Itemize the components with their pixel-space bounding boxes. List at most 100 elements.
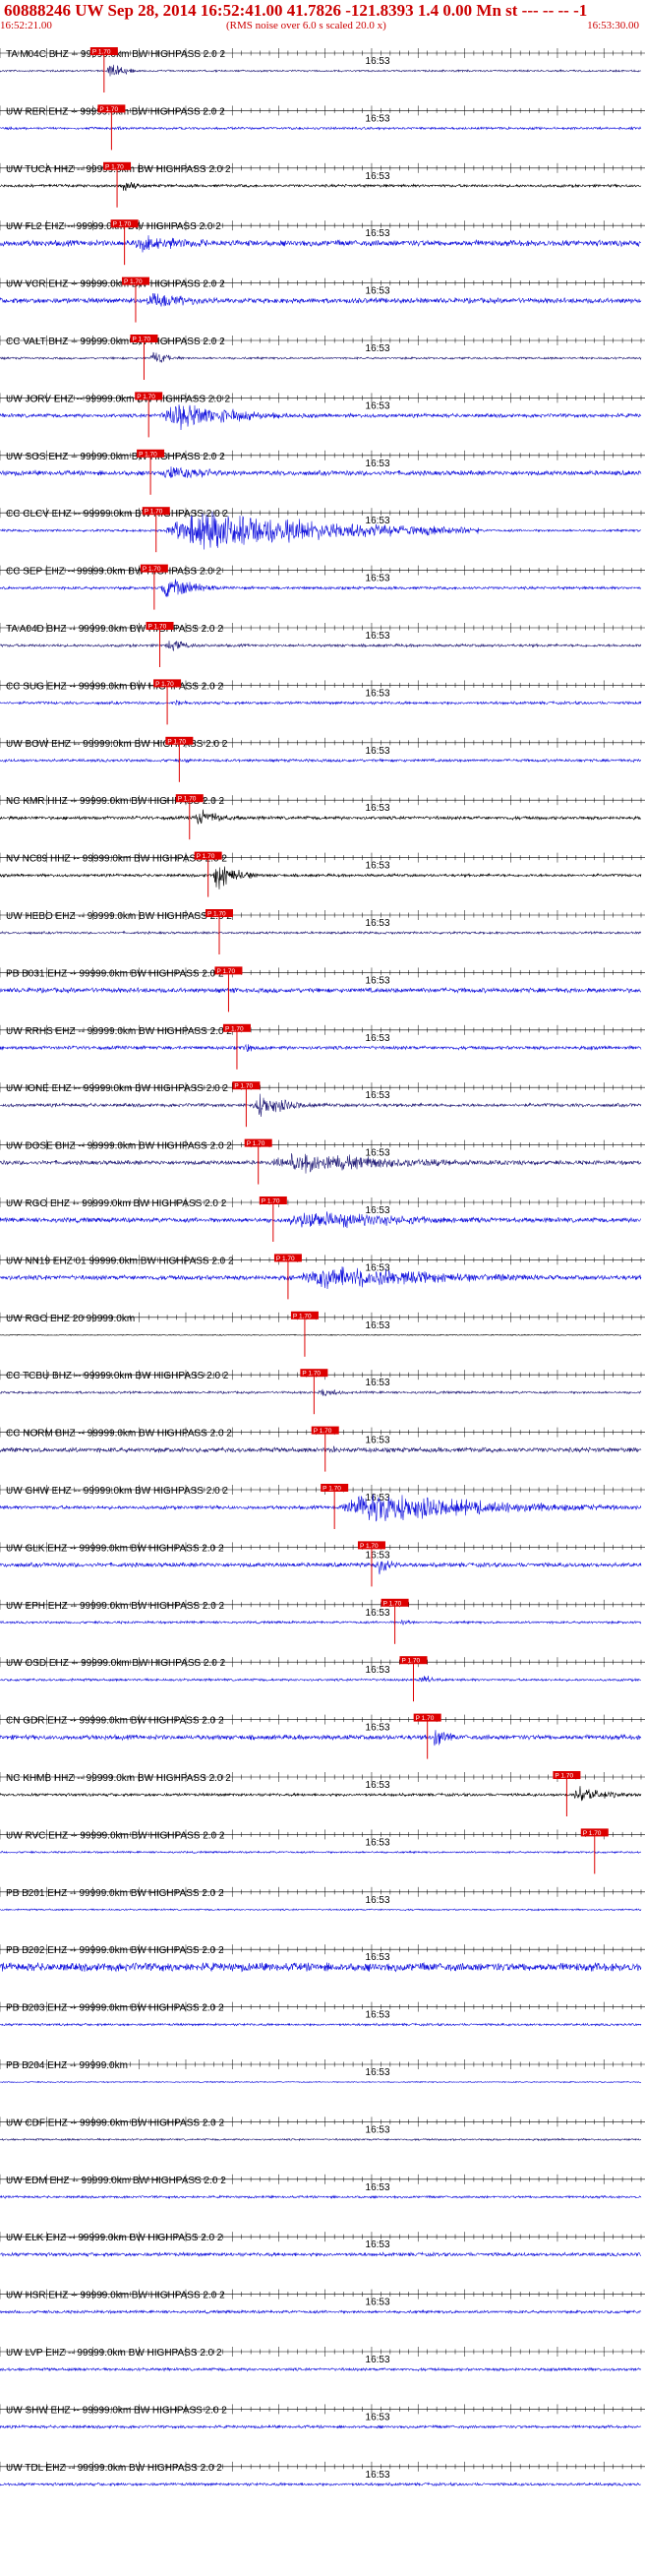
- waveform-trace: [0, 1333, 642, 1336]
- trace-row: 16:53 CC CLCV EHZ -- 99999.0km BW HIGHPAS…: [0, 507, 645, 553]
- station-label: UW NN19 EHZ 01 99999.0km BW HIGHPASS 2.0…: [6, 1256, 234, 1266]
- p-pick-label: P 1.70: [167, 738, 186, 745]
- trace-row: 16:53 NV NC89 HHZ -- 99999.0km BW HIGHPAS…: [0, 851, 645, 897]
- minute-tick-label: 16:53: [366, 228, 390, 239]
- trace-row: 16:53 UW RGO EHZ 20 99999.0km P 1.70: [0, 1311, 645, 1357]
- trace-row: 16:53 UW OSD EHZ -- 99999.0km BW HIGHPASS…: [0, 1656, 645, 1702]
- p-pick-label: P 1.70: [178, 796, 197, 803]
- station-label: UW RVC EHZ -- 99999.0km BW HIGHPASS 2.0 …: [6, 1830, 225, 1841]
- p-pick-label: P 1.70: [207, 911, 226, 918]
- trace-row: 16:53UW GHW EHZ -- 99999.0km BW HIGHPASS…: [0, 1484, 645, 1529]
- trace-row: 16:53 PB B204 EHZ -- 99999.0km: [0, 2059, 645, 2084]
- trace-row: 16:53 UW NN19 EHZ 01 99999.0km BW HIGHPAS…: [0, 1254, 645, 1300]
- station-label: UW HSR EHZ -- 99999.0km BW HIGHPASS 2.0 …: [6, 2291, 225, 2301]
- trace-row: 16:53 UW IONE EHZ -- 99999.0km BW HIGHPAS…: [0, 1081, 645, 1128]
- minute-tick-label: 16:53: [366, 1780, 390, 1791]
- p-pick-label: P 1.70: [383, 1600, 402, 1607]
- waveform-trace: [0, 758, 642, 764]
- trace-row: 16:53TA M04C BHZ -- 99999.0km BW HIGHPAS…: [0, 47, 645, 92]
- trace-row: 16:53 NC KHMB HHZ -- 99999.0km BW HIGHPAS…: [0, 1771, 645, 1816]
- station-label: UW LVP EHZ -- 99999.0km BW HIGHPASS 2.0 …: [6, 2348, 222, 2359]
- p-pick-label: P 1.70: [583, 1830, 602, 1837]
- trace-row: 16:53UW FL2 EHZ -- 99999.0km BW HIGHPASS…: [0, 219, 645, 266]
- waveform-trace: [0, 1153, 642, 1174]
- minute-tick-label: 16:53: [366, 688, 390, 699]
- trace-row: 16:53NC KMR HHZ -- 99999.0km BW HIGHPASS…: [0, 794, 645, 840]
- waveform-trace: [0, 2080, 642, 2084]
- station-label: PB B204 EHZ -- 99999.0km: [6, 2060, 128, 2071]
- waveform-trace: [0, 930, 642, 936]
- trace-row: 16:53 CC SUG EHZ -- 99999.0km BW HIGHPASS…: [0, 679, 645, 725]
- p-pick-label: P 1.70: [314, 1428, 332, 1435]
- trace-row: 16:53 UW EPH EHZ -- 99999.0km BW HIGHPASS…: [0, 1598, 645, 1644]
- trace-row: 16:53 UW EDM EHZ -- 99999.0km BW HIGHPASS…: [0, 2174, 645, 2200]
- minute-tick-label: 16:53: [366, 631, 390, 642]
- station-label: UW DOSE BHZ -- 99999.0km BW HIGHPASS 2.0…: [6, 1141, 232, 1152]
- trace-row: 16:53 UW GLK EHZ -- 99999.0km BW HIGHPASS…: [0, 1541, 645, 1587]
- station-label: CC TCBU BHZ -- 99999.0km BW HIGHPASS 2.0…: [6, 1371, 229, 1381]
- station-label: CC SUG EHZ -- 99999.0km BW HIGHPASS 2.0 …: [6, 681, 223, 692]
- minute-tick-label: 16:53: [366, 2067, 390, 2078]
- p-pick-label: P 1.70: [216, 968, 235, 975]
- minute-tick-label: 16:53: [366, 2124, 390, 2135]
- trace-row: 16:53 UW SHW EHZ -- 99999.0km BW HIGHPASS…: [0, 2404, 645, 2430]
- minute-tick-label: 16:53: [366, 1895, 390, 1906]
- waveform-trace: [0, 579, 642, 598]
- trace-row: 16:53 PB B031 EHZ -- 99999.0km BW HIGHPAS…: [0, 966, 645, 1012]
- p-pick-label: P 1.70: [139, 451, 157, 458]
- station-label: UW GLK EHZ -- 99999.0km BW HIGHPASS 2.0 …: [6, 1543, 224, 1554]
- minute-tick-label: 16:53: [366, 459, 390, 469]
- trace-row: 16:53 UW ELK EHZ -- 99999.0km BW HIGHPASS…: [0, 2232, 645, 2258]
- p-pick-label: P 1.70: [234, 1083, 253, 1090]
- trace-row: 16:53 UW RVC EHZ -- 99999.0km BW HIGHPASS…: [0, 1828, 645, 1874]
- minute-tick-label: 16:53: [366, 56, 390, 67]
- trace-row: 16:53 UW VCR EHZ -- 99999.0km BW HIGHPASS…: [0, 276, 645, 323]
- p-pick-label: P 1.70: [360, 1543, 379, 1550]
- seismogram-plot: 16:53TA M04C BHZ -- 99999.0km BW HIGHPAS…: [0, 47, 645, 2487]
- minute-tick-label: 16:53: [366, 1550, 390, 1561]
- waveform-trace: [0, 293, 642, 307]
- station-label: PB B031 EHZ -- 99999.0km BW HIGHPASS 2.0…: [6, 968, 224, 979]
- trace-row: 16:53 UW DOSE BHZ -- 99999.0km BW HIGHPAS…: [0, 1138, 645, 1185]
- station-label: TA A04D BHZ -- 99999.0km BW HIGHPASS 2.0…: [6, 624, 223, 635]
- waveform-trace: [0, 809, 642, 826]
- station-label: UW OSD EHZ -- 99999.0km BW HIGHPASS 2.0 …: [6, 1658, 226, 1669]
- station-label: NV NC89 HHZ -- 99999.0km BW HIGHPASS 2.0…: [6, 854, 227, 865]
- trace-row: 16:53 UW SOS EHZ -- 99999.0km BW HIGHPASS…: [0, 449, 645, 495]
- station-label: UW RGO EHZ 20 99999.0km: [6, 1314, 135, 1324]
- waveform-trace: [0, 2366, 642, 2372]
- p-pick-label: P 1.70: [555, 1773, 573, 1780]
- minute-tick-label: 16:53: [366, 1837, 390, 1848]
- trace-row: 16:53 UW BOW EHZ -- 99999.0km BW HIGHPASS…: [0, 736, 645, 782]
- station-label: UW SHW EHZ -- 99999.0km BW HIGHPASS 2.0 …: [6, 2405, 227, 2416]
- trace-row: 16:53 UW HEBO EHZ -- 99999.0km BW HIGHPAS…: [0, 909, 645, 954]
- waveform-trace: [0, 125, 642, 131]
- trace-row: 16:53 PB B201 EHZ -- 99999.0km BW HIGHPAS…: [0, 1886, 645, 1912]
- station-label: UW IONE EHZ -- 99999.0km BW HIGHPASS 2.0…: [6, 1083, 228, 1094]
- p-pick-label: P 1.70: [145, 509, 163, 516]
- station-label: UW GHW EHZ -- 99999.0km BW HIGHPASS 2.0 …: [6, 1486, 228, 1497]
- waveform-trace: [0, 2482, 642, 2487]
- station-label: PB B203 EHZ -- 99999.0km BW HIGHPASS 2.0…: [6, 2003, 224, 2014]
- minute-tick-label: 16:53: [366, 975, 390, 986]
- station-label: UW VCR EHZ -- 99999.0km BW HIGHPASS 2.0 …: [6, 279, 225, 290]
- minute-tick-label: 16:53: [366, 1608, 390, 1619]
- minute-tick-label: 16:53: [366, 1723, 390, 1734]
- minute-tick-label: 16:53: [366, 1262, 390, 1273]
- station-label: CC VALT BHZ -- 99999.0km BW HIGHPASS 2.0…: [6, 337, 225, 347]
- waveform-trace: [0, 1093, 642, 1118]
- minute-tick-label: 16:53: [366, 1205, 390, 1216]
- trace-row: 16:53 PB B203 EHZ -- 99999.0km BW HIGHPAS…: [0, 2001, 645, 2027]
- minute-tick-label: 16:53: [366, 1148, 390, 1159]
- trace-row: 16:53 UW TDL EHZ -- 99999.0km BW HIGHPASS…: [0, 2461, 645, 2487]
- p-pick-label: P 1.70: [132, 337, 150, 343]
- minute-tick-label: 16:53: [366, 1320, 390, 1331]
- station-label: UW RRHS EHZ -- 99999.0km BW HIGHPASS 2.0…: [6, 1026, 232, 1037]
- minute-tick-label: 16:53: [366, 1665, 390, 1676]
- minute-tick-label: 16:53: [366, 2182, 390, 2193]
- trace-row: 16:53 CN GDR EHZ -- 99999.0km BW HIGHPASS…: [0, 1713, 645, 1759]
- minute-tick-label: 16:53: [366, 113, 390, 124]
- p-pick-label: P 1.70: [247, 1140, 265, 1147]
- minute-tick-label: 16:53: [366, 2239, 390, 2250]
- minute-tick-label: 16:53: [366, 171, 390, 182]
